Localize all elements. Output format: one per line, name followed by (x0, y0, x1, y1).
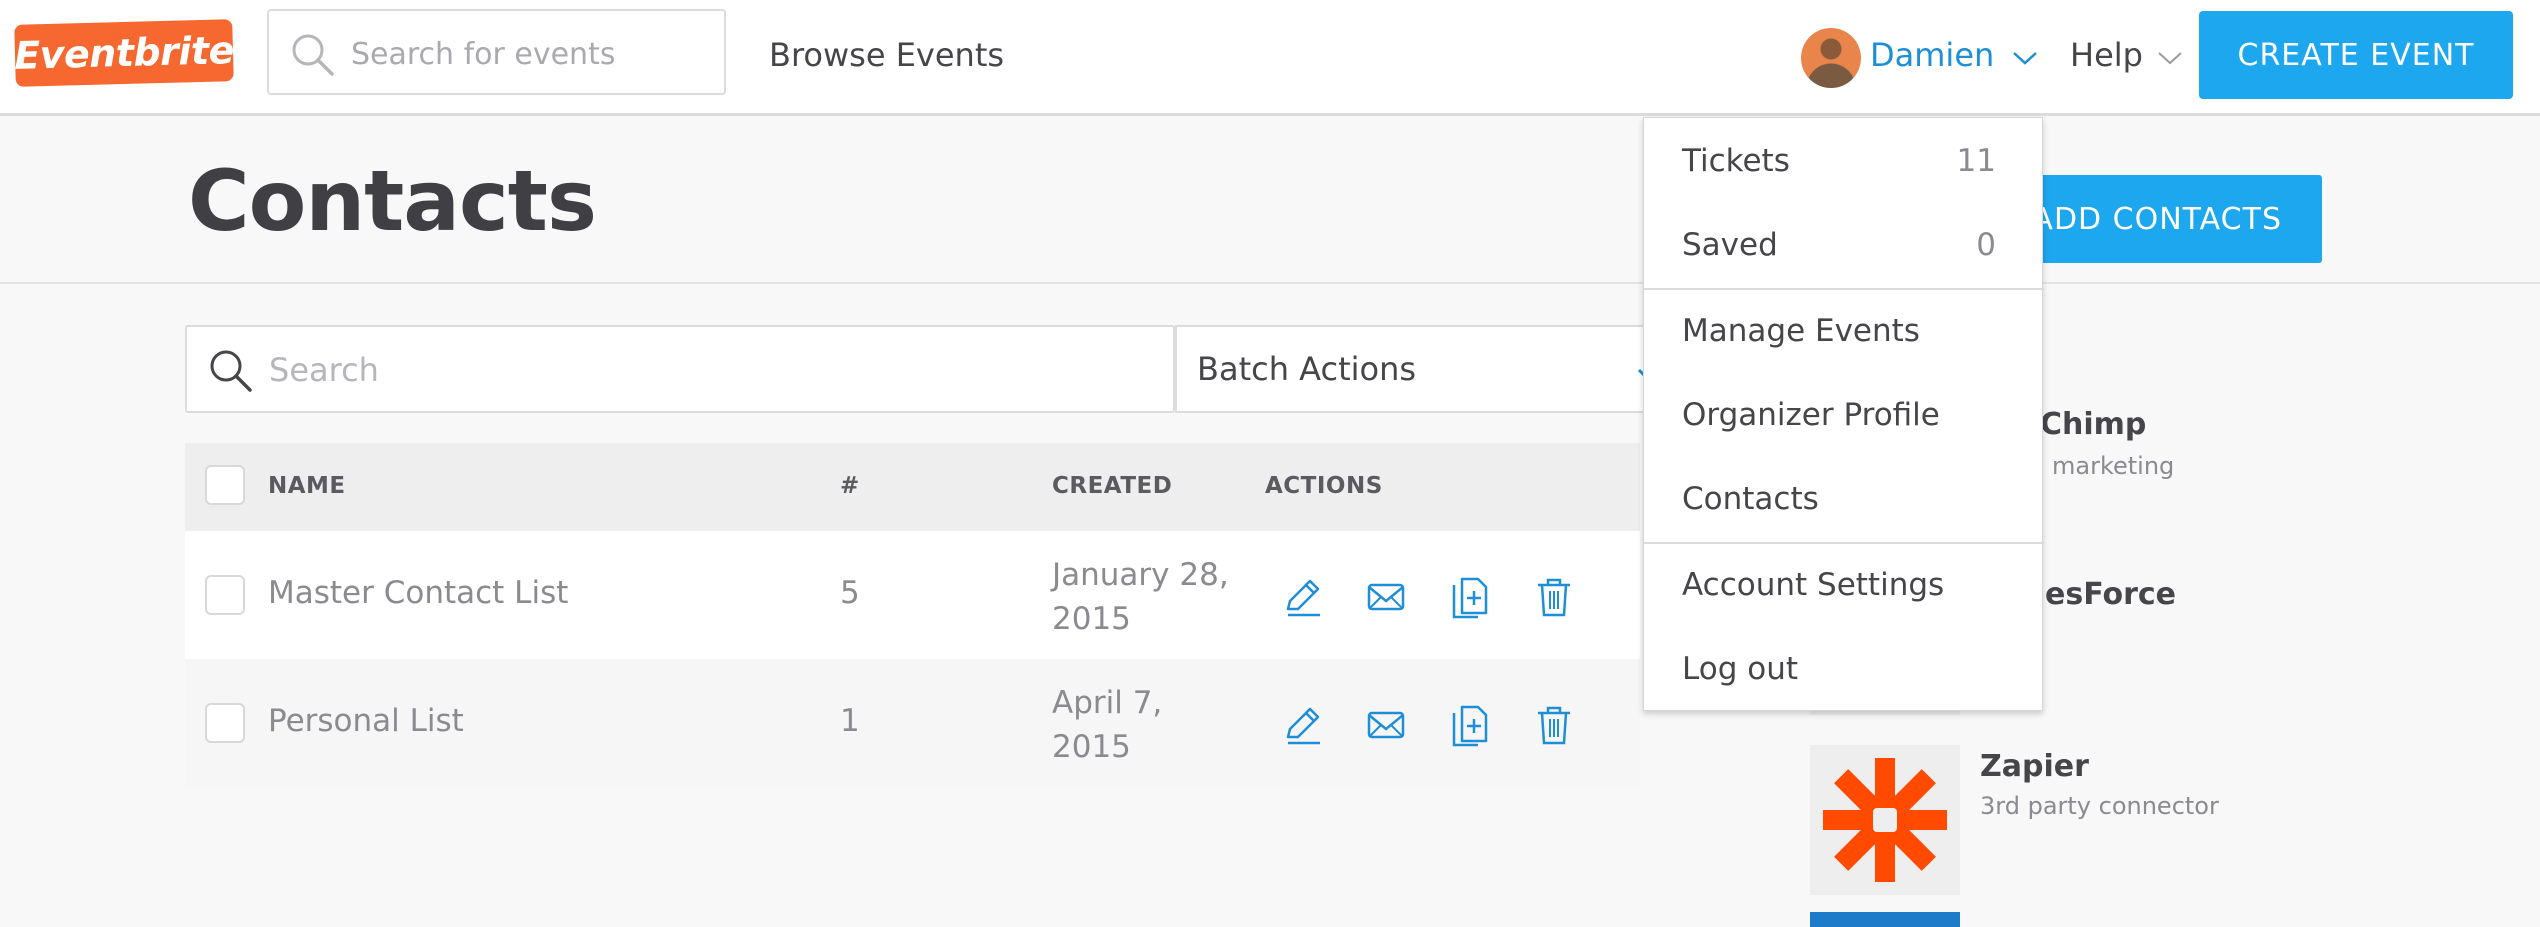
menu-item-label: Account Settings (1682, 567, 1945, 603)
tickets-count: 11 (1956, 143, 1996, 179)
chevron-down-icon (2157, 36, 2183, 74)
saved-count: 0 (1976, 227, 1996, 263)
menu-item-manage-events[interactable]: Manage Events (1644, 289, 2044, 373)
menu-item-label: Log out (1682, 651, 1798, 687)
edit-icon[interactable] (1280, 575, 1324, 619)
chevron-down-icon (2012, 36, 2038, 74)
column-name: NAME (268, 473, 346, 499)
select-all-checkbox[interactable] (205, 465, 245, 505)
menu-item-log-out[interactable]: Log out (1644, 627, 2044, 711)
contact-count: 5 (840, 575, 860, 611)
add-document-icon[interactable] (1448, 575, 1492, 619)
contact-list-name[interactable]: Personal List (268, 703, 464, 739)
menu-item-account-settings[interactable]: Account Settings (1644, 543, 2044, 627)
browse-events-link[interactable]: Browse Events (769, 36, 1004, 74)
created-date: January 28, 2015 (1052, 553, 1252, 641)
created-date: April 7, 2015 (1052, 681, 1252, 769)
menu-item-contacts[interactable]: Contacts (1644, 457, 2044, 541)
menu-item-tickets[interactable]: Tickets 11 (1644, 119, 2044, 203)
column-count: # (840, 473, 860, 499)
batch-actions-select[interactable]: Batch Actions (1175, 325, 1663, 413)
zapier-logo[interactable] (1810, 745, 1960, 895)
email-icon[interactable] (1364, 575, 1408, 619)
top-navigation: Eventbrite Browse Events Damien Help CRE… (0, 0, 2540, 116)
page-header: Contacts ADD CONTACTS (0, 116, 2540, 284)
user-name: Damien (1870, 36, 1995, 74)
user-menu-toggle[interactable]: Damien (1870, 36, 2038, 74)
menu-item-label: Tickets (1682, 143, 1790, 179)
integration-name[interactable]: esForce (2045, 577, 2176, 612)
integration-subtitle: 3rd party connector (1980, 792, 2219, 820)
edit-icon[interactable] (1280, 703, 1324, 747)
event-search-input[interactable] (349, 33, 713, 75)
contact-search-input[interactable] (267, 349, 1151, 391)
menu-item-saved[interactable]: Saved 0 (1644, 203, 2044, 287)
column-actions: ACTIONS (1265, 473, 1383, 499)
created-date-line2: 2015 (1052, 729, 1131, 765)
menu-item-label: Manage Events (1682, 313, 1920, 349)
menu-item-label: Saved (1682, 227, 1778, 263)
contact-count: 1 (840, 703, 860, 739)
search-icon (207, 347, 255, 399)
page-title: Contacts (188, 152, 597, 250)
menu-item-organizer-profile[interactable]: Organizer Profile (1644, 373, 2044, 457)
user-dropdown-menu: Tickets 11 Saved 0 Manage Events Organiz… (1643, 117, 2044, 711)
batch-actions-label: Batch Actions (1197, 350, 1417, 388)
add-contacts-button[interactable]: ADD CONTACTS (2010, 175, 2322, 263)
help-menu-toggle[interactable]: Help (2070, 36, 2183, 74)
contact-list-name[interactable]: Master Contact List (268, 575, 568, 611)
table-header: NAME # CREATED ACTIONS (185, 443, 1640, 531)
trash-icon[interactable] (1532, 703, 1576, 747)
created-date-line1: January 28, (1052, 557, 1229, 593)
integration-logo-partial[interactable] (1810, 912, 1960, 927)
created-date-line1: April 7, (1052, 685, 1163, 721)
event-search-box[interactable] (267, 9, 726, 95)
row-checkbox[interactable] (205, 575, 245, 615)
integration-subtitle: marketing (2052, 452, 2175, 480)
trash-icon[interactable] (1532, 575, 1576, 619)
contact-search-box[interactable] (185, 325, 1175, 413)
email-icon[interactable] (1364, 703, 1408, 747)
column-created: CREATED (1052, 473, 1173, 499)
table-row: Personal List 1 April 7, 2015 (185, 659, 1640, 787)
create-event-button[interactable]: CREATE EVENT (2199, 11, 2513, 99)
menu-item-label: Contacts (1682, 481, 1819, 517)
menu-item-label: Organizer Profile (1682, 397, 1940, 433)
integration-name[interactable]: Zapier (1980, 749, 2089, 784)
zapier-asterisk-icon (1823, 758, 1947, 882)
help-label: Help (2070, 36, 2143, 74)
table-row: Master Contact List 5 January 28, 2015 (185, 531, 1640, 659)
created-date-line2: 2015 (1052, 601, 1131, 637)
add-document-icon[interactable] (1448, 703, 1492, 747)
row-checkbox[interactable] (205, 703, 245, 743)
eventbrite-logo[interactable]: Eventbrite (14, 19, 234, 87)
search-icon (289, 31, 337, 83)
integration-name[interactable]: Chimp (2040, 407, 2146, 442)
avatar[interactable] (1801, 28, 1861, 88)
